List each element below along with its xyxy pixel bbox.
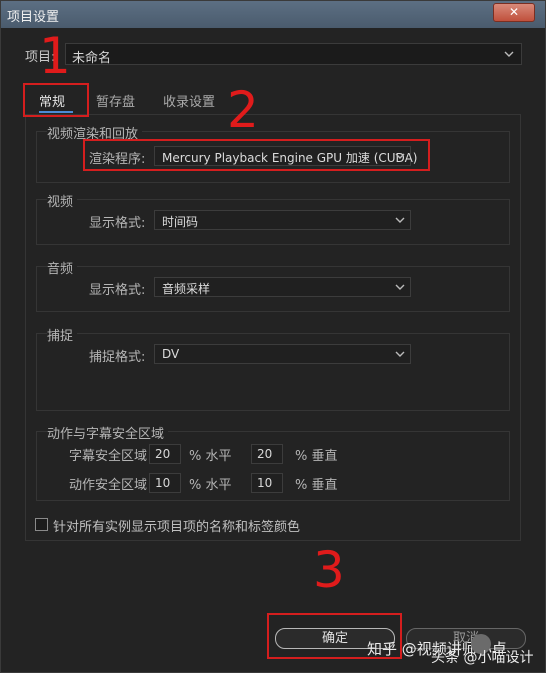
group-title-safe-margins: 动作与字幕安全区域 — [47, 423, 169, 442]
tab-scratch-disks[interactable]: 暂存盘 — [96, 91, 135, 110]
annotation-box-renderer — [83, 139, 430, 171]
annotation-number-1: 1 — [39, 27, 71, 85]
general-panel: 视频渲染和回放 渲染程序: Mercury Playback Engine GP… — [25, 114, 521, 541]
chevron-down-icon — [394, 281, 406, 293]
show-names-colors-checkbox[interactable] — [35, 518, 48, 531]
audio-format-dropdown[interactable]: 音频采样 — [154, 277, 411, 297]
title-safe-vertical-unit: % 垂直 — [295, 449, 338, 464]
watermark-toutiao: 头条 @小喵设计 — [431, 650, 534, 666]
group-title-video: 视频 — [47, 191, 78, 210]
close-button[interactable]: ✕ — [493, 3, 535, 22]
project-name-value: 未命名 — [72, 51, 112, 66]
capture-format-value: DV — [162, 347, 180, 361]
annotation-box-general-tab — [23, 83, 89, 117]
video-format-label: 显示格式: — [89, 216, 146, 231]
action-safe-horizontal-input[interactable]: 10 — [149, 473, 181, 493]
project-name-field[interactable]: 未命名 — [65, 43, 522, 66]
show-names-colors-label: 针对所有实例显示项目项的名称和标签颜色 — [53, 520, 301, 535]
action-safe-label: 动作安全区域 — [69, 478, 148, 493]
title-safe-label: 字幕安全区域 — [69, 449, 148, 464]
capture-format-dropdown[interactable]: DV — [154, 344, 411, 364]
group-audio: 音频 显示格式: 音频采样 — [36, 258, 510, 312]
action-safe-vertical-input[interactable]: 10 — [251, 473, 283, 493]
action-safe-vertical-unit: % 垂直 — [295, 478, 338, 493]
chevron-down-icon — [394, 348, 406, 360]
video-format-dropdown[interactable]: 时间码 — [154, 210, 411, 230]
audio-format-label: 显示格式: — [89, 283, 146, 298]
title-safe-horizontal-unit: % 水平 — [189, 449, 232, 464]
tab-bar: 常规 暂存盘 收录设置 — [25, 86, 521, 114]
title-safe-horizontal-input[interactable]: 20 — [149, 444, 181, 464]
group-safe-margins: 动作与字幕安全区域 字幕安全区域 20 % 水平 20 % 垂直 动作安全区域 … — [36, 423, 510, 501]
action-safe-horizontal-unit: % 水平 — [189, 478, 232, 493]
group-title-capture: 捕捉 — [47, 325, 78, 344]
video-format-value: 时间码 — [162, 215, 199, 229]
title-bar[interactable]: 项目设置 ✕ — [1, 1, 545, 28]
project-settings-dialog: 项目设置 ✕ 项目: 未命名 常规 暂存盘 收录设置 视频渲染和回放 渲染程序:… — [0, 0, 546, 673]
group-capture: 捕捉 捕捉格式: DV — [36, 325, 510, 411]
annotation-number-2: 2 — [227, 81, 259, 139]
group-video: 视频 显示格式: 时间码 — [36, 191, 510, 245]
audio-format-value: 音频采样 — [162, 282, 211, 296]
chevron-down-icon — [394, 214, 406, 226]
tab-ingest-settings[interactable]: 收录设置 — [163, 91, 215, 110]
title-safe-vertical-input[interactable]: 20 — [251, 444, 283, 464]
annotation-number-3: 3 — [313, 541, 345, 599]
window-title: 项目设置 — [7, 10, 60, 25]
group-title-audio: 音频 — [47, 258, 78, 277]
chevron-down-icon — [503, 48, 515, 60]
capture-format-label: 捕捉格式: — [89, 350, 146, 365]
